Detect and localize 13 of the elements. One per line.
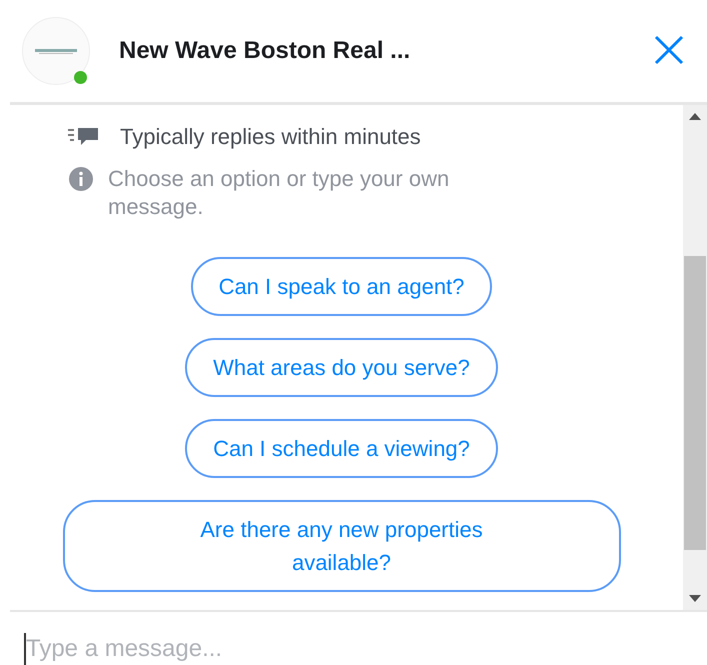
- scroll-up-icon[interactable]: [689, 113, 701, 120]
- quick-reply-button[interactable]: Can I schedule a viewing?: [185, 419, 498, 478]
- scroll-down-icon[interactable]: [689, 595, 701, 602]
- quick-reply-button[interactable]: Are there any new properties available?: [62, 500, 620, 592]
- quick-reply-button[interactable]: What areas do you serve?: [185, 338, 498, 397]
- quick-reply-button[interactable]: Can I speak to an agent?: [190, 257, 492, 316]
- chat-title: New Wave Boston Real ...: [119, 37, 412, 65]
- scrollbar[interactable]: [683, 105, 707, 610]
- chat-bubble-icon: [68, 126, 100, 148]
- reply-time-text: Typically replies within minutes: [120, 123, 421, 151]
- scrollbar-thumb[interactable]: [684, 256, 706, 550]
- info-icon: [68, 166, 94, 192]
- info-text: Choose an option or type your own message.: [108, 165, 450, 221]
